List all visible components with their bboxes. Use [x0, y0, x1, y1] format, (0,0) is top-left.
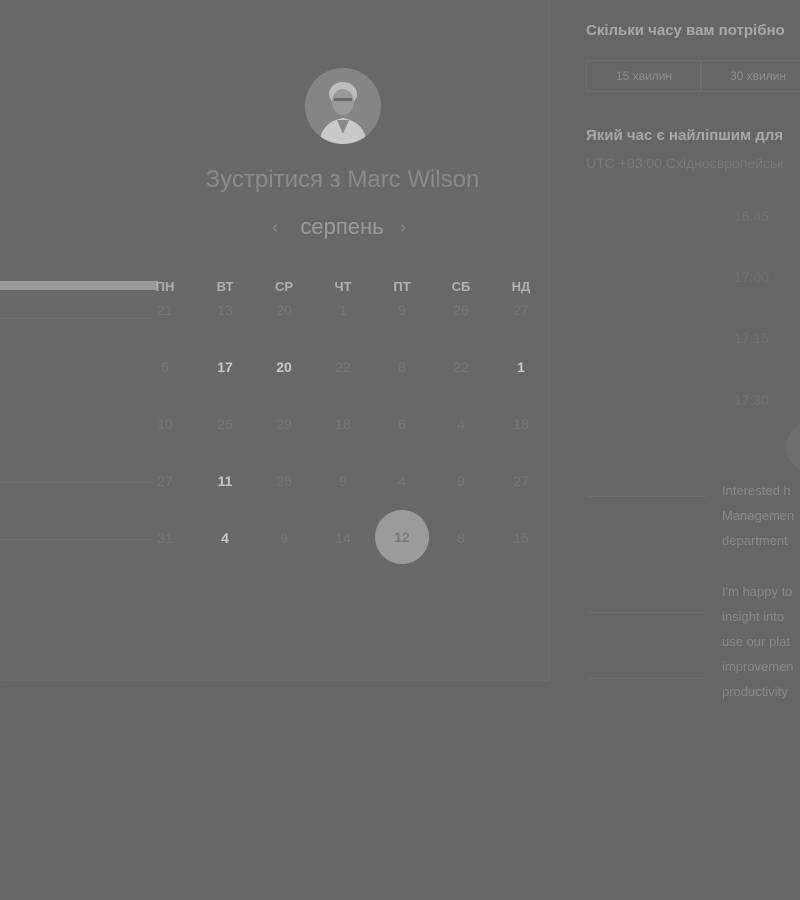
weekday-label: СБ — [451, 279, 471, 294]
calendar-day[interactable]: 9 — [259, 530, 309, 546]
time-heading: Який час є найліпшим для — [586, 127, 784, 144]
chevron-right-icon[interactable]: › — [400, 217, 406, 238]
calendar-day[interactable]: 9 — [318, 473, 368, 489]
calendar-day[interactable]: 26 — [436, 302, 486, 318]
calendar-day[interactable]: 8 — [436, 530, 486, 546]
time-slot[interactable]: 16:45 — [734, 208, 769, 224]
month-navigation: ‹ серпень › — [268, 212, 418, 244]
panel-divider — [548, 0, 550, 680]
calendar-day[interactable]: 20 — [259, 302, 309, 318]
calendar-day[interactable]: 1 — [318, 302, 368, 318]
faq-text-1: Interested h Managemen department — [722, 478, 794, 553]
calendar-day-available[interactable]: 11 — [200, 473, 250, 489]
calendar-day-available[interactable]: 17 — [200, 359, 250, 375]
faq-line: Interested h — [722, 483, 791, 498]
slot-scroll-button[interactable] — [786, 422, 800, 472]
calendar-day[interactable]: 29 — [259, 416, 309, 432]
faq-line: Managemen — [722, 508, 795, 523]
faq-divider — [588, 678, 706, 679]
calendar-day-available[interactable]: 1 — [496, 359, 546, 375]
calendar-day[interactable]: 9 — [436, 473, 486, 489]
calendar-day[interactable]: 13 — [200, 302, 250, 318]
faq-divider — [588, 496, 706, 497]
time-slot[interactable]: 17:30 — [734, 392, 769, 408]
calendar-day[interactable]: 14 — [318, 530, 368, 546]
weekday-label: СР — [274, 279, 294, 294]
host-avatar — [305, 68, 381, 144]
calendar-day-available[interactable]: 4 — [200, 530, 250, 546]
meeting-title: Зустрітися з Marc Wilson — [0, 166, 685, 194]
faq-line: use our plat — [722, 634, 790, 649]
calendar-day-selected[interactable]: 12 — [375, 510, 429, 564]
week-divider — [0, 482, 152, 483]
calendar-day[interactable]: 27 — [496, 473, 546, 489]
faq-line: insight into — [722, 609, 785, 624]
faq-text-2: I'm happy to insight into use our plat i… — [722, 579, 794, 704]
calendar-day[interactable]: 18 — [496, 416, 546, 432]
meeting-title-prefix: Зустрітися з — [205, 166, 341, 193]
calendar-day[interactable]: 4 — [377, 473, 427, 489]
faq-line: productivity — [722, 684, 788, 699]
calendar-day[interactable]: 27 — [140, 473, 190, 489]
weekday-label: ВТ — [216, 279, 234, 294]
calendar-day[interactable]: 9 — [377, 302, 427, 318]
host-name: Marc Wilson — [347, 166, 480, 193]
chevron-left-icon[interactable]: ‹ — [272, 217, 278, 238]
calendar-day[interactable]: 8 — [377, 359, 427, 375]
loading-bar — [0, 281, 158, 290]
calendar-day[interactable]: 31 — [140, 530, 190, 546]
time-slot[interactable]: 17:00 — [734, 269, 769, 285]
weekday-label: ПТ — [393, 279, 411, 294]
calendar-day[interactable]: 6 — [140, 359, 190, 375]
faq-divider — [588, 612, 706, 613]
calendar-day[interactable]: 4 — [436, 416, 486, 432]
calendar-day[interactable]: 22 — [318, 359, 368, 375]
calendar-day[interactable]: 6 — [377, 416, 427, 432]
calendar-day[interactable]: 21 — [140, 302, 190, 318]
weekday-label: НД — [511, 279, 531, 294]
person-photo-icon — [305, 68, 381, 144]
duration-heading: Скільки часу вам потрібно — [586, 22, 785, 39]
faq-line: improvemen — [722, 659, 794, 674]
duration-option-30[interactable]: 30 хвилин — [700, 60, 800, 92]
calendar-card: Зустрітися з Marc Wilson ‹ серпень › ПН В… — [0, 0, 548, 680]
week-divider — [0, 539, 152, 540]
month-label: серпень — [300, 214, 384, 239]
calendar-day[interactable]: 15 — [496, 530, 546, 546]
calendar-day[interactable]: 25 — [259, 473, 309, 489]
calendar-day[interactable]: 27 — [496, 302, 546, 318]
faq-line: department — [722, 533, 788, 548]
calendar-day-available[interactable]: 20 — [259, 359, 309, 375]
weekday-label: ПН — [155, 279, 175, 294]
faq-line: I'm happy to — [722, 584, 793, 599]
timezone-label[interactable]: UTC +03:00 Східноєвропейськ — [586, 155, 783, 171]
calendar-day[interactable]: 10 — [140, 416, 190, 432]
week-divider — [0, 318, 152, 319]
calendar-day[interactable]: 26 — [200, 416, 250, 432]
calendar-day[interactable]: 18 — [318, 416, 368, 432]
weekday-label: ЧТ — [334, 279, 352, 294]
time-slot[interactable]: 17:15 — [734, 330, 769, 346]
calendar-day[interactable]: 22 — [436, 359, 486, 375]
duration-option-15[interactable]: 15 хвилин — [586, 60, 702, 92]
